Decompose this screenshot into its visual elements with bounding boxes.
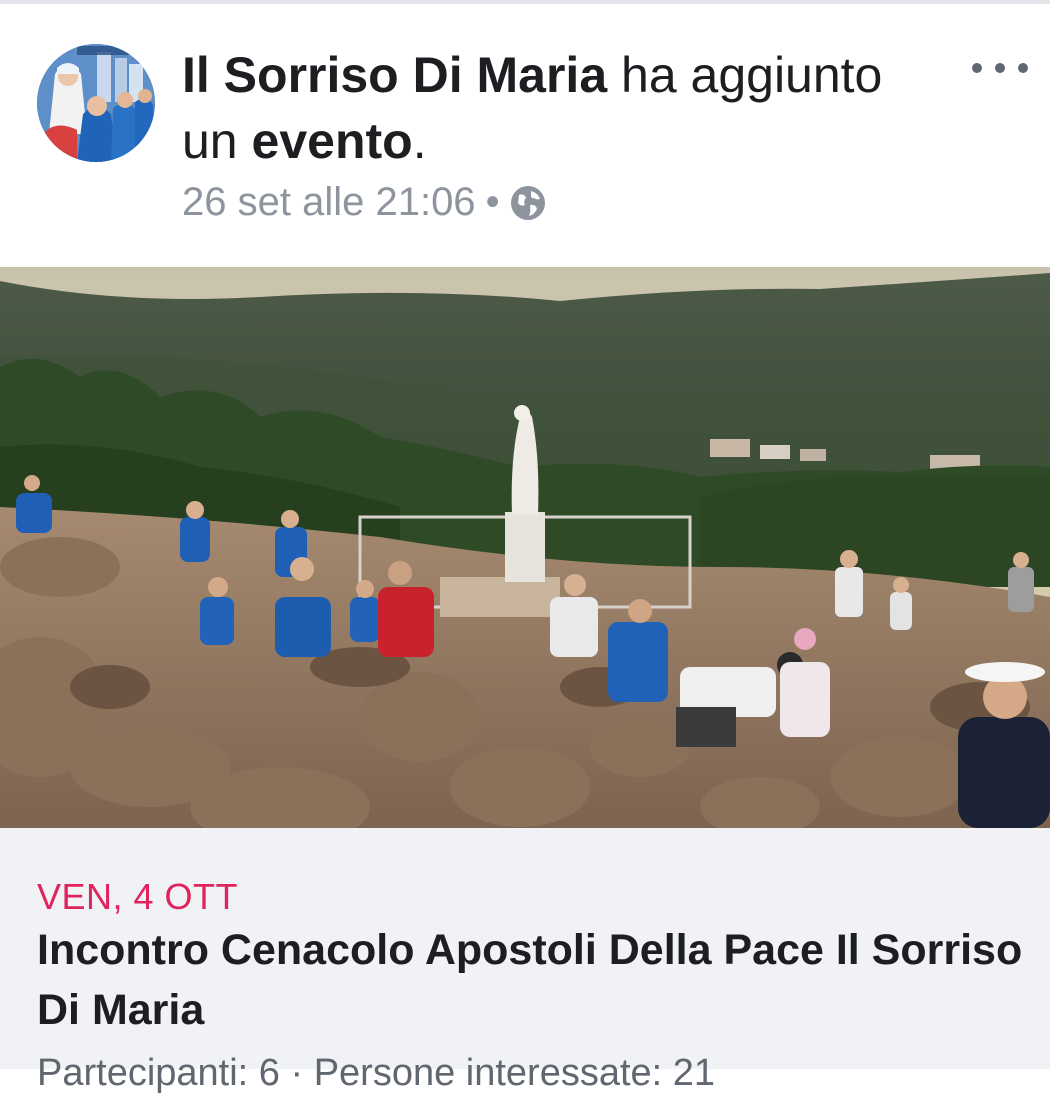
more-dot <box>995 63 1005 73</box>
page-avatar[interactable] <box>37 44 155 162</box>
headline-action-prefix: un <box>182 113 252 169</box>
globe-icon[interactable] <box>510 185 546 221</box>
event-title[interactable]: Incontro Cenacolo Apostoli Della Pace Il… <box>37 920 1050 1040</box>
page-name-link[interactable]: Il Sorriso Di Maria <box>182 47 607 103</box>
event-cover-photo[interactable] <box>0 267 1050 828</box>
headline-action: ha aggiunto <box>607 47 883 103</box>
event-date: VEN, 4 OTT <box>37 876 239 917</box>
timestamp[interactable]: 26 set alle 21:06 <box>182 180 476 225</box>
more-dot <box>972 63 982 73</box>
event-link[interactable]: evento <box>252 113 413 169</box>
event-title-line1: Incontro Cenacolo Apostoli Della Pace Il… <box>37 926 1023 974</box>
cover-photo-illustration <box>0 267 1050 828</box>
event-subtitle: Partecipanti: 6 · Persone interessate: 2… <box>37 1052 716 1094</box>
avatar-image <box>37 44 155 162</box>
meta-separator: • <box>485 180 500 224</box>
more-dot <box>1018 63 1028 73</box>
headline-suffix: . <box>412 113 427 169</box>
event-details[interactable]: VEN, 4 OTT Incontro Cenacolo Apostoli De… <box>0 828 1050 1094</box>
post-header: Il Sorriso Di Maria ha aggiunto un event… <box>0 4 1050 266</box>
post-headline: Il Sorriso Di Maria ha aggiunto un event… <box>182 42 952 174</box>
post-meta: 26 set alle 21:06 • <box>182 180 546 225</box>
more-options-icon[interactable] <box>972 48 1028 88</box>
event-title-line2: Di Maria <box>37 986 205 1034</box>
